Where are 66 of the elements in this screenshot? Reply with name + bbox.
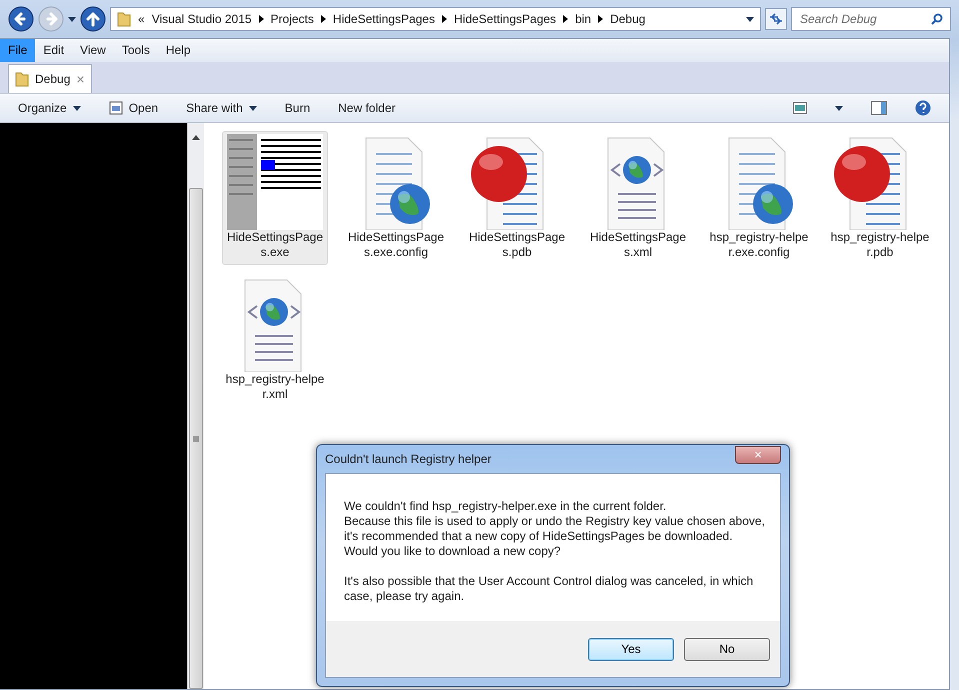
program-preview-icon bbox=[227, 134, 323, 230]
breadcrumb-arrow-icon bbox=[320, 15, 326, 23]
breadcrumb-arrow-icon bbox=[258, 15, 264, 23]
document-tile[interactable]: HideSettingsPages.pdb bbox=[464, 131, 570, 265]
menu-item[interactable]: File bbox=[0, 39, 36, 62]
caret-icon bbox=[835, 106, 843, 110]
document-tile[interactable]: hsp_registry-helper.xml bbox=[222, 273, 328, 407]
caret-icon bbox=[72, 106, 81, 110]
dialog-message: We couldn't find hsp_registry-helper.exe in the current folder. Because this file is used to apply or undo the Registry key value chosen above, it's recommended that a new copy of HideSettingsPages be downloaded. Would you like to download a new copy? bbox=[344, 499, 762, 559]
command-button[interactable]: Share with bbox=[186, 101, 257, 115]
breadcrumb-arrow-icon bbox=[563, 15, 568, 23]
help-icon[interactable] bbox=[915, 100, 931, 116]
breadcrumb-overflow[interactable]: « bbox=[138, 12, 145, 26]
up-button[interactable] bbox=[80, 6, 106, 32]
file-name: HideSettingsPages.pdb bbox=[468, 230, 566, 260]
breadcrumb[interactable]: bin bbox=[575, 12, 592, 26]
caret-icon bbox=[248, 106, 257, 110]
breadcrumb[interactable]: Projects bbox=[270, 12, 314, 26]
folder-tab[interactable]: Debug × bbox=[8, 64, 92, 93]
view-options-icon[interactable] bbox=[793, 102, 807, 114]
address-dropdown-icon bbox=[746, 16, 754, 22]
breadcrumb-arrow-icon bbox=[598, 15, 604, 23]
dialog-title: Couldn't launch Registry helper bbox=[325, 452, 492, 466]
menu-item[interactable]: Tools bbox=[114, 39, 158, 62]
dialog-message: It's also possible that the User Account Control dialog was canceled, in which case, please try again. bbox=[344, 574, 754, 604]
document-tile[interactable]: HideSettingsPages.exe bbox=[222, 131, 328, 265]
breadcrumb[interactable]: Visual Studio 2015 bbox=[152, 12, 252, 26]
document-tile[interactable]: hsp_registry-helper.exe.config bbox=[706, 131, 812, 265]
refresh-button[interactable] bbox=[765, 8, 787, 30]
breadcrumb-arrow-icon bbox=[442, 15, 447, 23]
dialog-button[interactable]: No bbox=[684, 638, 770, 660]
command-button[interactable]: Organize bbox=[18, 101, 81, 115]
file-name: hsp_registry-helper.xml bbox=[225, 372, 325, 402]
file-name: hsp_registry-helper.exe.config bbox=[709, 230, 809, 260]
back-button[interactable] bbox=[8, 6, 34, 32]
file-name: HideSettingsPages.exe bbox=[226, 230, 324, 260]
file-name: HideSettingsPages.xml bbox=[588, 230, 688, 260]
close-tab-button[interactable]: × bbox=[76, 71, 85, 87]
folder-icon bbox=[15, 71, 29, 87]
folder-icon bbox=[117, 11, 131, 27]
window-icon bbox=[108, 101, 123, 115]
tab-label: Debug bbox=[35, 72, 70, 86]
preview-pane-icon[interactable] bbox=[871, 101, 887, 115]
file-name: hsp_registry-helper.pdb bbox=[830, 230, 930, 260]
breadcrumb[interactable]: HideSettingsPages bbox=[454, 12, 556, 26]
search-field[interactable]: Search Debug bbox=[791, 7, 951, 31]
breadcrumb[interactable]: Debug bbox=[610, 12, 646, 26]
command-button[interactable]: Open bbox=[108, 101, 158, 115]
document-tile[interactable]: HideSettingsPages.exe.config bbox=[343, 131, 449, 265]
scrollbar[interactable] bbox=[187, 123, 204, 689]
scroll-thumb[interactable] bbox=[189, 188, 203, 689]
scroll-up-icon[interactable] bbox=[192, 135, 200, 140]
history-dropdown-icon bbox=[68, 16, 76, 22]
document-tile[interactable]: HideSettingsPages.xml bbox=[585, 131, 691, 265]
document-tile[interactable]: hsp_registry-helper.pdb bbox=[827, 131, 933, 265]
breadcrumb[interactable]: HideSettingsPages bbox=[332, 12, 435, 26]
dialog-button[interactable]: Yes bbox=[588, 638, 674, 660]
menu-item[interactable]: Edit bbox=[35, 39, 72, 62]
file-name: HideSettingsPages.exe.config bbox=[346, 230, 446, 260]
address-bar[interactable]: « Visual Studio 2015 Projects HideSettingsPages HideSettingsPages bin Debug bbox=[110, 7, 761, 31]
command-button[interactable]: New folder bbox=[338, 101, 396, 115]
menu-item[interactable]: View bbox=[72, 39, 114, 62]
search-icon bbox=[931, 13, 943, 25]
command-button[interactable]: Burn bbox=[284, 101, 310, 115]
grip-icon bbox=[193, 436, 199, 442]
menu-item[interactable]: Help bbox=[158, 39, 199, 62]
